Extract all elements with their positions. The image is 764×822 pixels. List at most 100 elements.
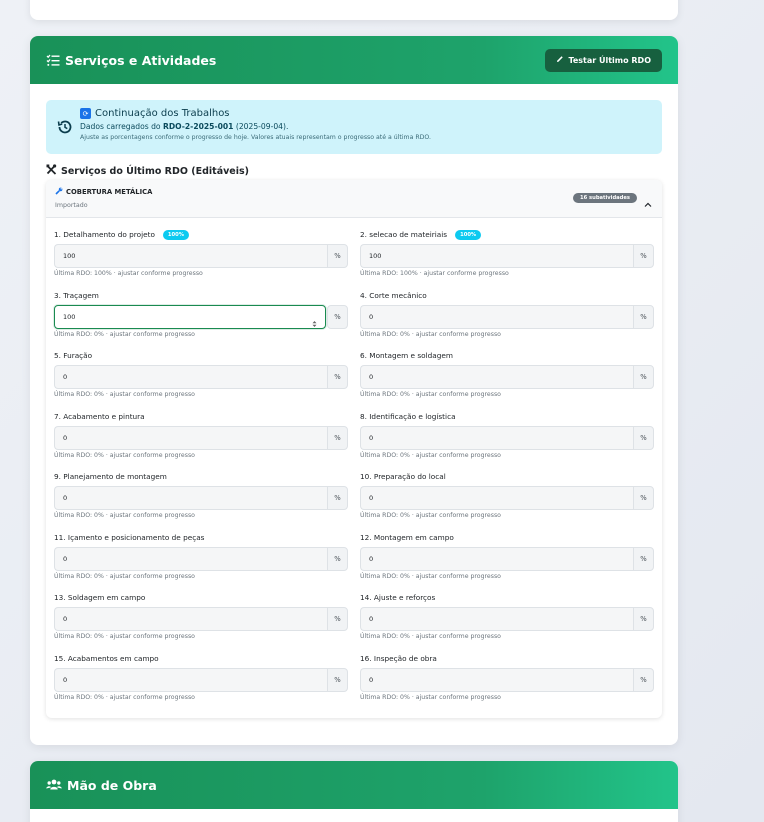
subactivity-label: 3. Traçagem xyxy=(54,289,348,302)
alert-loaded-line: Dados carregados do RDO-2-2025-001 (2025… xyxy=(80,122,431,131)
percent-suffix: % xyxy=(327,244,348,268)
percent-input[interactable] xyxy=(54,486,327,510)
service-group-name: COBERTURA METÁLICA xyxy=(55,187,152,197)
percent-input[interactable] xyxy=(360,667,633,692)
percent-input-group: % xyxy=(360,667,654,692)
alert-line-prefix: Dados carregados do xyxy=(80,122,163,131)
previous-card-bottom xyxy=(30,0,678,20)
percent-suffix: % xyxy=(633,244,654,268)
continuation-alert: ⟳ Continuação dos Trabalhos Dados carreg… xyxy=(46,100,662,154)
services-card: Serviços e Atividades Testar Último RDO … xyxy=(30,36,678,745)
subactivity-item: 5. Furação% Última RDO: 0% · ajustar conf… xyxy=(54,349,348,410)
subactivity-label-text: 6. Montagem e soldagem xyxy=(360,351,453,360)
percent-suffix: % xyxy=(633,486,654,510)
service-group-status: Importado xyxy=(55,202,88,209)
history-icon xyxy=(56,118,74,136)
percent-input-group: % xyxy=(54,546,348,571)
subactivity-grid: 1. Detalhamento do projeto 100%% Última RD… xyxy=(46,218,662,712)
subactivity-label-text: 3. Traçagem xyxy=(54,290,99,300)
subactivity-label: 13. Soldagem em campo xyxy=(54,591,348,604)
subactivity-help: Última RDO: 0% · ajustar conforme progre… xyxy=(54,391,195,398)
percent-input[interactable] xyxy=(360,607,633,631)
percent-input[interactable] xyxy=(360,365,633,389)
percent-input[interactable] xyxy=(360,546,633,571)
spinner-icon[interactable] xyxy=(311,313,318,327)
services-title: Serviços e Atividades xyxy=(65,52,217,68)
percent-suffix: % xyxy=(633,304,654,329)
percent-input-group: % xyxy=(54,244,348,268)
percent-suffix: % xyxy=(327,546,348,571)
percent-input-group: % xyxy=(360,425,654,450)
percent-input[interactable] xyxy=(54,607,327,631)
percent-input[interactable] xyxy=(360,486,633,510)
percent-input[interactable] xyxy=(54,244,327,268)
percent-suffix: % xyxy=(327,365,348,389)
subactivity-help: Última RDO: 0% · ajustar conforme progre… xyxy=(54,330,195,338)
subactivity-help: Última RDO: 0% · ajustar conforme progre… xyxy=(360,512,501,519)
percent-suffix: % xyxy=(327,486,348,510)
rdo-code: RDO-2-2025-001 xyxy=(162,122,234,131)
subactivity-label: 10. Preparação do local xyxy=(360,470,654,483)
subactivity-item: 10. Preparação do local% Última RDO: 0% ·… xyxy=(360,470,654,531)
services-card-header: Serviços e Atividades Testar Último RDO xyxy=(30,36,678,84)
subactivity-label: 15. Acabamentos em campo xyxy=(54,652,348,665)
subactivity-label: 4. Corte mecânico xyxy=(360,289,654,302)
chevron-up-icon[interactable] xyxy=(644,194,652,207)
percent-input[interactable] xyxy=(54,546,327,571)
percent-input[interactable] xyxy=(54,304,326,329)
subactivity-item: 15. Acabamentos em campo% Última RDO: 0% … xyxy=(54,652,348,713)
subactivity-label-text: 7. Acabamento e pintura xyxy=(54,411,145,421)
subactivity-label-text: 1. Detalhamento do projeto xyxy=(54,230,155,239)
percent-suffix: % xyxy=(633,425,654,450)
alert-title: ⟳ Continuação dos Trabalhos xyxy=(80,108,431,119)
percent-suffix: % xyxy=(327,607,348,631)
subactivity-item: 9. Planejamento de montagem% Última RDO: … xyxy=(54,470,348,531)
subactivity-help: Última RDO: 0% · ajustar conforme progre… xyxy=(360,633,501,640)
labor-card: Mão de Obra xyxy=(30,761,678,822)
subactivity-label: 1. Detalhamento do projeto 100% xyxy=(54,228,348,241)
subactivity-label-text: 15. Acabamentos em campo xyxy=(54,653,159,663)
alert-title-text: Continuação dos Trabalhos xyxy=(95,108,230,119)
tasks-icon xyxy=(46,53,60,67)
editable-services-title-text: Serviços do Último RDO (Editáveis) xyxy=(61,165,249,177)
subactivity-help: Última RDO: 0% · ajustar conforme progre… xyxy=(54,693,195,701)
subactivity-item: 8. Identificação e logística% Última RDO:… xyxy=(360,410,654,471)
subactivity-item: 2. selecao de mateiriais 100%% Última RDO:… xyxy=(360,228,654,289)
percent-input-group: % xyxy=(360,365,654,389)
percent-input[interactable] xyxy=(54,667,327,692)
subactivity-label-text: 9. Planejamento de montagem xyxy=(54,472,167,481)
subactivity-label: 16. Inspeção de obra xyxy=(360,652,654,665)
subactivity-label-text: 8. Identificação e logística xyxy=(360,411,456,421)
percent-suffix: % xyxy=(327,667,348,692)
subactivity-help: Última RDO: 0% · ajustar conforme progre… xyxy=(54,451,195,459)
subactivity-label: 5. Furação xyxy=(54,349,348,362)
subactivity-help: Última RDO: 0% · ajustar conforme progre… xyxy=(360,693,501,701)
percent-input-group: % xyxy=(54,425,348,450)
percent-input-group: % xyxy=(54,365,348,389)
percent-input-group: % xyxy=(54,304,348,329)
percent-input[interactable] xyxy=(54,425,327,450)
subactivity-help: Última RDO: 0% · ajustar conforme progre… xyxy=(360,451,501,459)
wrench-icon xyxy=(55,187,63,197)
percent-input[interactable] xyxy=(360,425,633,450)
subactivity-label-text: 2. selecao de mateiriais xyxy=(360,230,448,239)
subactivity-item: 11. Içamento e posicionamento de peças% Ú… xyxy=(54,531,348,592)
subactivity-label-text: 12. Montagem em campo xyxy=(360,532,454,542)
test-last-rdo-button[interactable]: Testar Último RDO xyxy=(545,48,662,72)
test-last-rdo-label: Testar Último RDO xyxy=(568,55,651,65)
subactivity-label-text: 11. Içamento e posicionamento de peças xyxy=(54,532,205,542)
subactivity-help: Última RDO: 0% · ajustar conforme progre… xyxy=(54,633,195,640)
subactivity-label: 14. Ajuste e reforços xyxy=(360,591,654,604)
percent-input-group: % xyxy=(360,486,654,510)
service-group: COBERTURA METÁLICA Importado 16 subativi… xyxy=(46,180,662,718)
percent-input[interactable] xyxy=(360,244,633,268)
service-group-header[interactable]: COBERTURA METÁLICA Importado 16 subativi… xyxy=(46,180,662,218)
percent-input-group: % xyxy=(360,607,654,631)
editable-services-title: Serviços do Último RDO (Editáveis) xyxy=(46,164,662,178)
subactivity-help: Última RDO: 100% · ajustar conforme prog… xyxy=(54,270,203,277)
percent-input[interactable] xyxy=(54,365,327,389)
percent-suffix: % xyxy=(327,304,348,329)
percent-suffix: % xyxy=(327,425,348,450)
percent-suffix: % xyxy=(633,607,654,631)
percent-input[interactable] xyxy=(360,304,633,329)
